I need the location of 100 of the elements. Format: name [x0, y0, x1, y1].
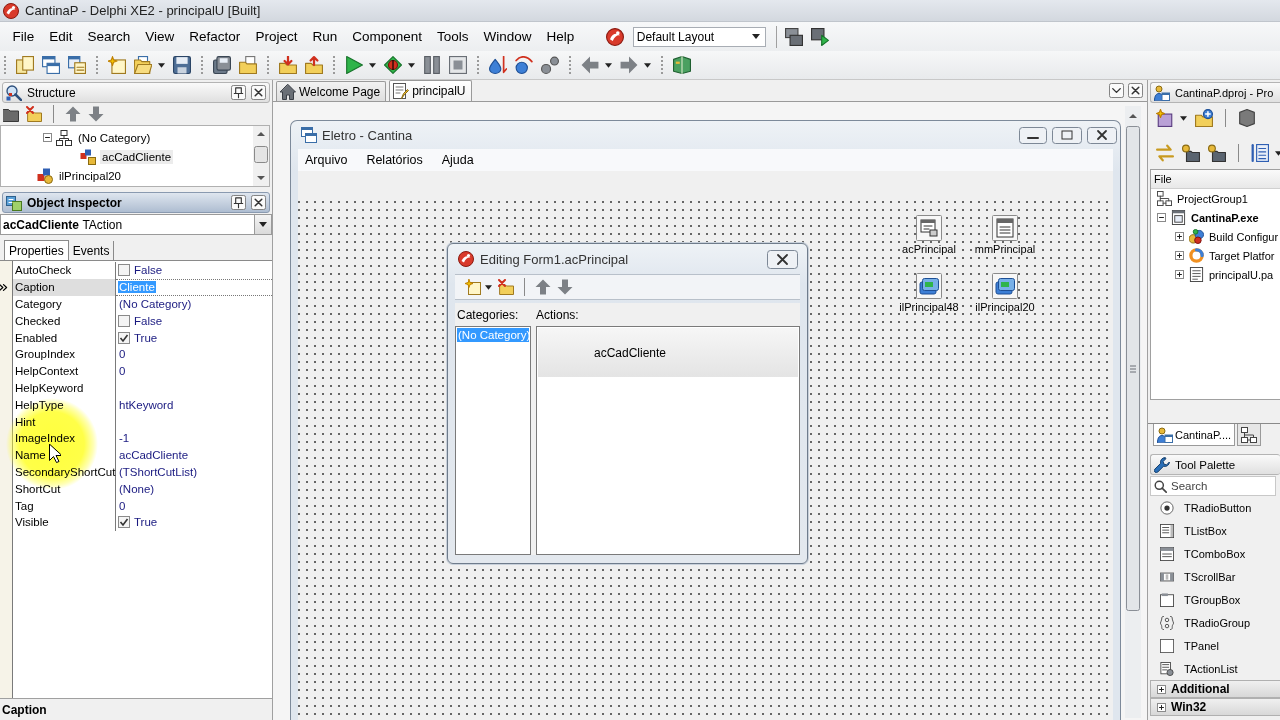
plus-box-icon[interactable] — [1175, 251, 1184, 260]
folder-icon[interactable] — [3, 106, 19, 122]
tree-item[interactable]: ProjectGroup1 — [1177, 192, 1248, 205]
close-icon[interactable] — [251, 85, 266, 100]
property-name[interactable]: GroupIndex — [13, 346, 116, 363]
caret-icon[interactable] — [644, 62, 651, 68]
save-icon[interactable] — [173, 56, 191, 74]
minus-box-icon[interactable] — [43, 133, 52, 142]
palette-item[interactable]: TRadioButton — [1148, 496, 1280, 519]
menu-item[interactable]: File — [5, 26, 42, 47]
menu-item[interactable]: Project — [247, 26, 305, 47]
tab[interactable]: Events — [68, 241, 115, 260]
run-icon[interactable] — [345, 56, 363, 74]
property-name[interactable]: HelpContext — [13, 362, 116, 380]
checkbox[interactable] — [118, 264, 130, 277]
down-arrow-icon[interactable] — [88, 106, 104, 122]
tab[interactable]: principalU — [389, 80, 472, 101]
property-value[interactable]: 0 — [118, 348, 127, 361]
property-value[interactable]: htKeyword — [118, 398, 175, 411]
pause-icon[interactable] — [423, 56, 441, 74]
palette-item[interactable]: TScrollBar — [1148, 565, 1280, 588]
logo-icon[interactable] — [605, 27, 624, 46]
property-name[interactable]: HelpKeyword — [13, 379, 116, 397]
menu-icon[interactable] — [992, 215, 1018, 241]
window-document-icon[interactable] — [68, 56, 86, 74]
scrollbar[interactable] — [1125, 106, 1141, 718]
menu-item[interactable]: View — [137, 26, 182, 47]
list-icon[interactable] — [1251, 144, 1269, 162]
property-value[interactable]: False — [133, 314, 164, 327]
folder-documents-icon[interactable] — [239, 56, 257, 74]
caret-icon[interactable] — [485, 284, 492, 290]
property-name[interactable]: Category — [13, 295, 116, 313]
caret-icon[interactable] — [408, 62, 415, 68]
plus-box-icon[interactable] — [1175, 232, 1184, 241]
ball-curve-icon[interactable] — [515, 56, 533, 74]
hexagon-icon[interactable] — [1238, 109, 1256, 127]
close-icon[interactable] — [1128, 83, 1143, 98]
tree-item[interactable]: CantinaP.exe — [1191, 211, 1259, 224]
two-balls-icon[interactable] — [541, 56, 559, 74]
drop-arrow-icon[interactable] — [489, 56, 507, 74]
property-name[interactable]: Visible — [13, 513, 116, 531]
overlapping-screens-icon[interactable] — [784, 27, 803, 46]
folder-delete-icon[interactable] — [26, 106, 42, 122]
property-name[interactable]: ShortCut — [13, 480, 116, 498]
property-value[interactable]: True — [133, 331, 159, 344]
tree-item[interactable]: acCadCliente — [100, 149, 174, 164]
property-value[interactable]: 0 — [118, 499, 127, 512]
tab[interactable]: CantinaP.... — [1153, 424, 1236, 446]
property-name[interactable]: Tag — [13, 497, 116, 514]
folder-add-icon[interactable] — [1195, 109, 1213, 127]
menu-item[interactable]: Search — [80, 26, 138, 47]
property-value[interactable]: True — [133, 516, 159, 529]
folder-arrow-down-icon[interactable] — [279, 56, 297, 74]
menu-item[interactable]: Relatórios — [366, 153, 423, 167]
book-icon[interactable] — [673, 56, 691, 74]
layout-dropdown[interactable]: Default Layout — [632, 26, 766, 47]
windows-icon[interactable] — [42, 56, 60, 74]
folder-person-icon[interactable] — [1208, 144, 1226, 162]
disks-icon[interactable] — [213, 56, 231, 74]
checkbox[interactable] — [118, 314, 130, 327]
menu-item[interactable]: Help — [539, 26, 582, 47]
tree-item[interactable]: (No Category) — [76, 130, 153, 145]
property-value[interactable]: acCadCliente — [118, 449, 190, 462]
property-value[interactable]: (No Category) — [118, 298, 193, 310]
tree-item[interactable]: Build Configur — [1209, 230, 1279, 243]
stop-icon[interactable] — [449, 56, 467, 74]
list-item[interactable]: acCadCliente — [538, 328, 798, 377]
menu-item[interactable]: Edit — [41, 26, 81, 47]
maximize-icon[interactable] — [1052, 126, 1082, 144]
property-value[interactable]: -1 — [118, 432, 131, 445]
caret-icon[interactable] — [1180, 115, 1187, 121]
bug-icon[interactable] — [384, 56, 402, 74]
up-arrow-icon[interactable] — [65, 106, 81, 122]
property-value[interactable]: 0 — [118, 365, 127, 378]
tab[interactable] — [1237, 424, 1262, 446]
checkbox[interactable] — [118, 331, 130, 344]
tab[interactable]: Properties — [4, 240, 69, 260]
close-icon[interactable] — [767, 249, 798, 269]
new-document-icon[interactable] — [108, 56, 126, 74]
scrollbar[interactable] — [253, 126, 269, 186]
pin-icon[interactable] — [231, 195, 246, 210]
minus-box-icon[interactable] — [1157, 213, 1166, 222]
folder-arrow-up-icon[interactable] — [305, 56, 323, 74]
menu-item[interactable]: Component — [344, 26, 430, 47]
palette-category[interactable]: Win32 — [1150, 698, 1280, 716]
menu-item[interactable]: Window — [476, 26, 539, 47]
action-list-icon[interactable] — [916, 215, 942, 241]
new-item-icon[interactable] — [1156, 109, 1174, 127]
plus-box-icon[interactable] — [1175, 270, 1184, 279]
property-name[interactable]: Enabled — [13, 329, 116, 346]
minimize-icon[interactable] — [1019, 126, 1047, 144]
right-arrow-icon[interactable] — [620, 56, 638, 74]
palette-item[interactable]: TRadioGroup — [1148, 611, 1280, 634]
palette-item[interactable]: TListBox — [1148, 519, 1280, 542]
property-name[interactable]: Hint — [13, 413, 116, 430]
open-folder-icon[interactable] — [134, 56, 152, 74]
folder-delete-icon[interactable] — [498, 279, 514, 295]
screen-arrow-icon[interactable] — [810, 27, 829, 46]
tree-item[interactable]: ilPrincipal20 — [57, 168, 123, 183]
property-name[interactable]: HelpType — [13, 396, 116, 414]
